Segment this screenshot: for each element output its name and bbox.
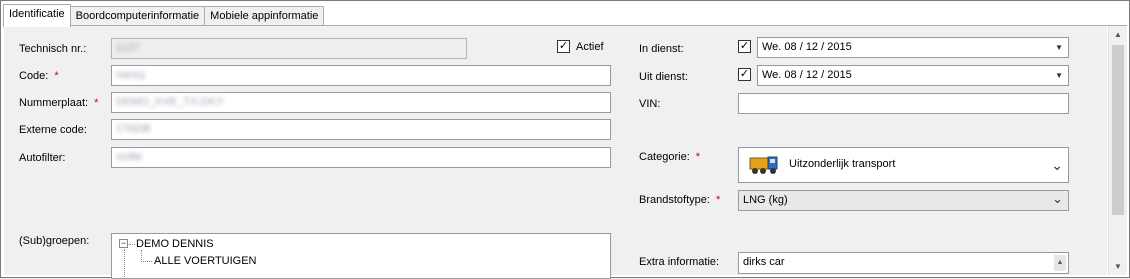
in-dienst-label: In dienst: — [639, 43, 684, 55]
categorie-required-marker: * — [695, 151, 701, 163]
tab-mobiele-appinformatie[interactable]: Mobiele appinformatie — [205, 6, 325, 27]
subgroepen-tree[interactable]: − DEMO DENNIS ALLE VOERTUIGEN — [111, 233, 611, 279]
tree-node-alle-voertuigen[interactable]: ALLE VOERTUIGEN — [154, 254, 257, 268]
categorie-value: Uitzonderlijk transport — [789, 158, 896, 170]
tree-node-demo-dennis[interactable]: DEMO DENNIS — [136, 237, 214, 251]
code-input[interactable]: nancy — [111, 65, 611, 86]
vehicle-form-window: Identificatie Boordcomputerinformatie Mo… — [0, 0, 1130, 279]
vertical-scrollbar[interactable]: ▲ ▼ — [1108, 26, 1127, 275]
tree-connector — [141, 261, 152, 262]
code-label-text: Code: — [19, 70, 49, 82]
tree-connector — [129, 244, 135, 245]
externe-code-label: Externe code: — [19, 124, 87, 136]
chevron-down-icon[interactable]: ⌄ — [1052, 189, 1063, 208]
nummerplaat-value: DEMO_KVE_TX-DKY — [116, 96, 224, 108]
scroll-down-icon[interactable]: ▼ — [1109, 258, 1127, 275]
code-label: Code: * — [19, 69, 59, 83]
collapse-icon[interactable]: − — [119, 239, 128, 248]
dropdown-arrow-icon[interactable]: ▼ — [1055, 66, 1063, 85]
scrollbar-thumb[interactable] — [1112, 45, 1124, 215]
categorie-combobox[interactable]: Uitzonderlijk transport ⌄ — [738, 147, 1069, 183]
brandstoftype-label-text: Brandstoftype: — [639, 194, 710, 206]
extra-informatie-value: dirks car — [743, 256, 785, 268]
in-dienst-checkbox[interactable]: ✓ — [738, 40, 751, 53]
nummerplaat-label: Nummerplaat: * — [19, 96, 98, 110]
vin-input[interactable] — [738, 93, 1069, 114]
code-value: nancy — [116, 69, 146, 81]
in-dienst-date-picker[interactable]: We. 08 / 12 / 2015 ▼ — [757, 37, 1069, 58]
extra-informatie-textarea[interactable]: dirks car ▲ — [738, 252, 1069, 274]
brandstoftype-label: Brandstoftype: * — [639, 193, 720, 207]
identificatie-panel: Technisch nr.: 1137 Code: * nancy Nummerp… — [4, 26, 1107, 279]
tree-connector — [124, 249, 125, 278]
externe-code-value: 1TADB — [116, 123, 151, 135]
subgroepen-label: (Sub)groepen: — [19, 235, 90, 247]
categorie-label: Categorie: * — [639, 150, 700, 164]
brandstoftype-required-marker: * — [715, 194, 721, 206]
categorie-label-text: Categorie: — [639, 151, 690, 163]
nummerplaat-required-marker: * — [94, 97, 99, 109]
scroll-up-icon[interactable]: ▲ — [1109, 26, 1127, 43]
nummerplaat-label-text: Nummerplaat: — [19, 97, 89, 109]
dropdown-arrow-icon[interactable]: ▼ — [1055, 38, 1063, 57]
uit-dienst-label: Uit dienst: — [639, 71, 688, 83]
actief-label: Actief — [576, 41, 604, 53]
code-required-marker: * — [54, 70, 59, 82]
actief-checkbox[interactable]: ✓ — [557, 40, 570, 53]
technisch-nr-field: 1137 — [111, 38, 467, 59]
extra-informatie-label: Extra informatie: — [639, 256, 720, 268]
technisch-nr-label: Technisch nr.: — [19, 43, 87, 55]
tab-strip: Identificatie Boordcomputerinformatie Mo… — [3, 4, 325, 27]
tab-identificatie[interactable]: Identificatie — [3, 4, 71, 27]
brandstoftype-combobox[interactable]: LNG (kg) ⌄ — [738, 190, 1069, 211]
autofilter-input[interactable]: vcdte — [111, 147, 611, 168]
technisch-nr-value: 1137 — [116, 42, 140, 54]
in-dienst-date-value: We. 08 / 12 / 2015 — [762, 41, 852, 53]
uit-dienst-checkbox[interactable]: ✓ — [738, 68, 751, 81]
chevron-down-icon[interactable]: ⌄ — [1051, 157, 1063, 174]
uit-dienst-date-picker[interactable]: We. 08 / 12 / 2015 ▼ — [757, 65, 1069, 86]
externe-code-input[interactable]: 1TADB — [111, 119, 611, 140]
nummerplaat-input[interactable]: DEMO_KVE_TX-DKY — [111, 92, 611, 113]
brandstoftype-value: LNG (kg) — [743, 194, 788, 206]
tab-boordcomputerinformatie[interactable]: Boordcomputerinformatie — [70, 6, 206, 27]
textarea-scroll-up-icon[interactable]: ▲ — [1054, 255, 1066, 271]
autofilter-label: Autofilter: — [19, 152, 66, 164]
uit-dienst-date-value: We. 08 / 12 / 2015 — [762, 69, 852, 81]
vin-label: VIN: — [639, 98, 661, 110]
truck-icon — [749, 156, 778, 174]
autofilter-value: vcdte — [116, 151, 143, 163]
